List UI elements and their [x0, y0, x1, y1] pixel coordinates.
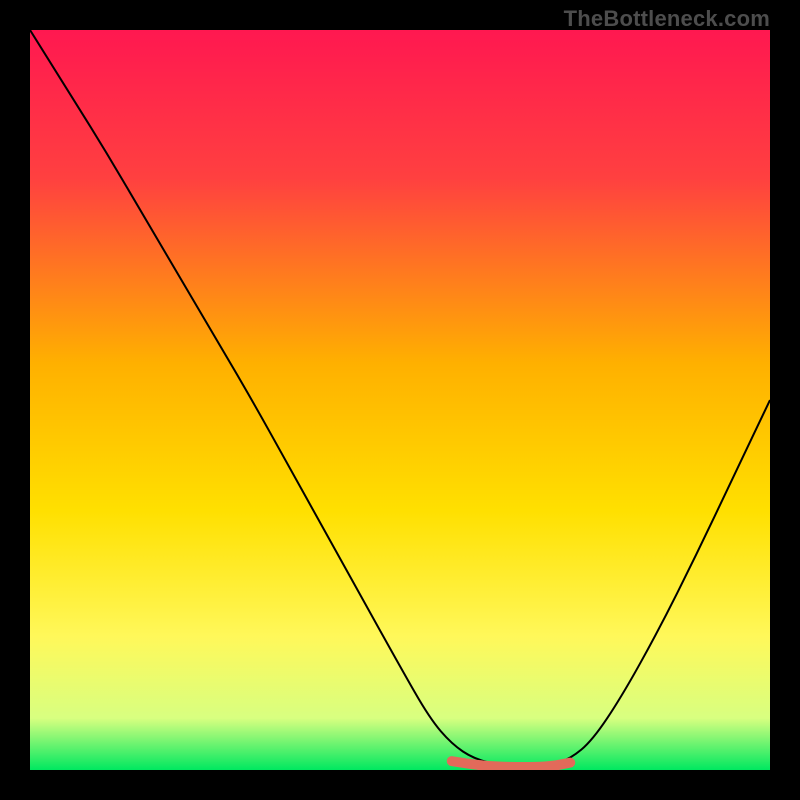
watermark-text: TheBottleneck.com: [564, 6, 770, 32]
plot-area: [30, 30, 770, 770]
bottleneck-curve: [30, 30, 770, 766]
chart-lines: [30, 30, 770, 770]
highlight-band: [452, 761, 570, 767]
chart-frame: TheBottleneck.com: [0, 0, 800, 800]
